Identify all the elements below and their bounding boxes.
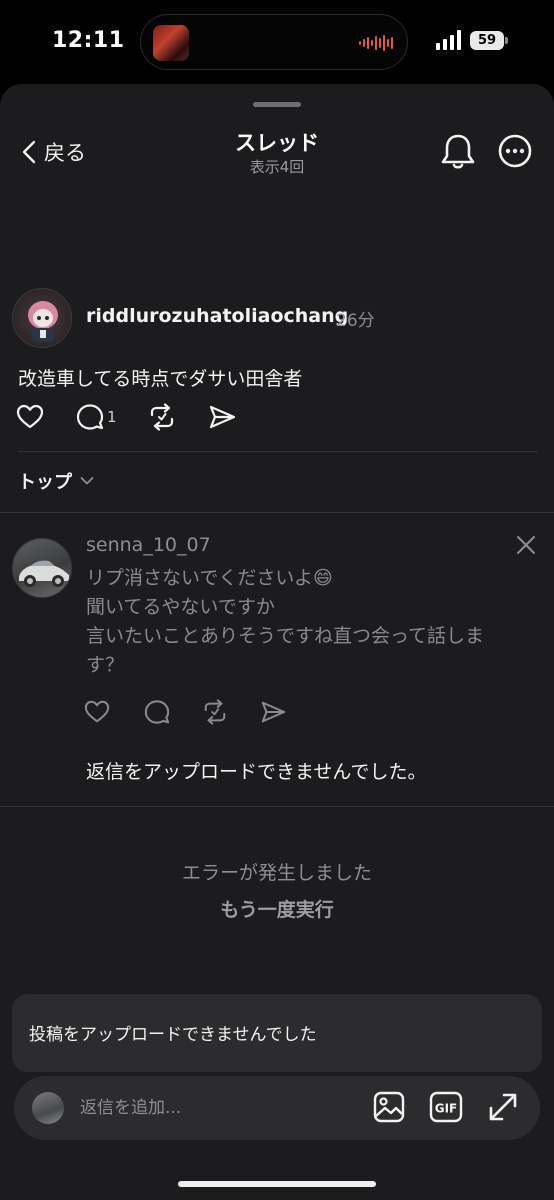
chevron-left-icon — [22, 140, 36, 164]
repost-icon — [150, 403, 174, 431]
avatar[interactable] — [12, 538, 72, 598]
comment-button[interactable] — [144, 699, 170, 725]
reply-line: 言いたいことありそうですね直つ会って話しま — [86, 625, 485, 647]
sort-label: トップ — [18, 472, 72, 493]
like-button[interactable] — [84, 699, 110, 725]
reply-count: 1 — [107, 408, 117, 426]
share-button[interactable] — [208, 403, 236, 431]
repost-icon — [204, 699, 226, 725]
upload-failed-toast: 投稿をアップロードできませんでした — [12, 994, 542, 1072]
expand-icon[interactable] — [486, 1090, 520, 1124]
car-icon — [19, 560, 69, 587]
status-bar: 12:11 59 — [0, 0, 554, 84]
divider — [18, 451, 538, 452]
more-icon[interactable] — [497, 133, 533, 169]
like-button[interactable] — [16, 403, 44, 431]
reply-line: リプ消さないでくださいよ😄 — [86, 567, 333, 589]
sheet-grabber[interactable] — [253, 102, 301, 107]
page-title: スレッド — [235, 131, 319, 155]
post-timestamp: 26分 — [336, 311, 375, 331]
avatar-figure-icon — [28, 301, 58, 342]
comment-icon — [144, 700, 170, 724]
error-message: エラーが発生しました — [181, 862, 372, 884]
reply-input[interactable] — [80, 1094, 360, 1122]
gif-button[interactable]: GIF — [429, 1090, 463, 1124]
repost-button[interactable] — [148, 403, 176, 431]
divider — [0, 806, 554, 807]
avatar[interactable] — [12, 288, 72, 348]
image-icon[interactable] — [372, 1090, 406, 1124]
toast-text: 投稿をアップロードできませんでした — [29, 1025, 317, 1045]
chevron-down-icon — [80, 477, 94, 485]
sort-dropdown[interactable]: トップ — [18, 468, 94, 494]
comment-button[interactable]: 1 — [76, 403, 117, 431]
send-icon — [209, 405, 236, 429]
reply-line: す？ — [86, 654, 125, 676]
close-icon[interactable] — [515, 534, 537, 556]
bell-icon[interactable] — [440, 132, 476, 170]
comment-icon — [76, 404, 104, 430]
post-username[interactable]: riddlurozuhatoliaochang — [86, 305, 348, 327]
audio-waveform-icon — [359, 33, 393, 53]
avatar — [32, 1092, 64, 1124]
battery-tip — [505, 37, 508, 44]
reply-line: 聞いてるやないですか — [86, 596, 275, 618]
back-label: 戻る — [44, 141, 86, 165]
post-text: 改造車してる時点でダサい田舎者 — [18, 368, 303, 390]
now-playing-artwork — [153, 25, 189, 61]
gif-icon: GIF — [429, 1091, 463, 1123]
heart-icon — [16, 404, 44, 429]
repost-button[interactable] — [202, 699, 228, 725]
battery-icon: 59 — [470, 31, 504, 50]
reply-composer: GIF — [14, 1076, 540, 1140]
signal-icon — [436, 30, 461, 50]
back-button[interactable]: 戻る — [22, 136, 86, 168]
gif-label: GIF — [435, 1102, 458, 1116]
status-time: 12:11 — [52, 28, 125, 53]
reply-upload-error: 返信をアップロードできませんでした。 — [86, 761, 427, 783]
dynamic-island[interactable] — [140, 14, 408, 70]
heart-icon — [84, 700, 110, 723]
divider — [0, 512, 554, 513]
share-button[interactable] — [260, 699, 286, 725]
reply-text: リプ消さないでくださいよ😄 聞いてるやないですか 言いたいことありそうですね直つ… — [86, 564, 526, 680]
view-count: 表示4回 — [249, 158, 305, 176]
reply-username[interactable]: senna_10_07 — [86, 534, 211, 556]
home-indicator[interactable] — [178, 1181, 376, 1187]
retry-button[interactable]: もう一度実行 — [0, 895, 554, 922]
send-icon — [261, 701, 286, 723]
